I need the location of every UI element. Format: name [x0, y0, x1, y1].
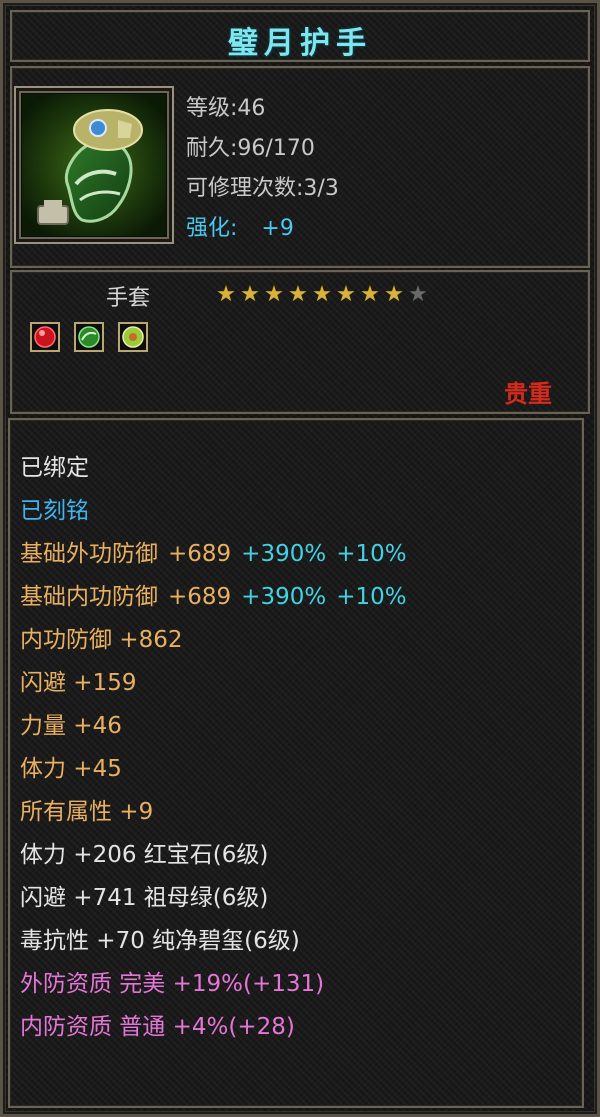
red-gem-icon [34, 326, 56, 348]
attr-bonus: +390% [241, 584, 327, 610]
gem-slots [30, 322, 157, 352]
jade-gem-icon [122, 326, 144, 348]
item-icon-frame [14, 86, 174, 244]
attr-dodge: 闪避 +159 [20, 670, 137, 696]
engraved-status: 已刻铭 [20, 498, 89, 524]
star-empty-icon: ★ [408, 282, 428, 307]
star-rating: ★ ★ ★ ★ ★ ★ ★ ★ ★ [214, 282, 430, 308]
attr-bonus: +10% [336, 584, 407, 610]
attr-stamina: 体力 +45 [20, 756, 122, 782]
item-type: 手套 [106, 286, 151, 311]
star-filled-icon: ★ [264, 282, 284, 307]
durability-stat: 耐久:96/170 [186, 136, 315, 161]
gem-attr-dodge: 闪避 +741 祖母绿(6级) [20, 885, 269, 911]
attr-bonus: +10% [336, 541, 407, 567]
star-filled-icon: ★ [288, 282, 308, 307]
attr-label: 基础外功防御 [20, 541, 158, 567]
green-gauntlet-icon [22, 94, 166, 236]
bound-status: 已绑定 [20, 455, 89, 481]
gem-attr-stamina: 体力 +206 红宝石(6级) [20, 842, 269, 868]
attr-value: +689 [168, 541, 232, 567]
quality-ext-defense: 外防资质 完美 +19%(+131) [20, 971, 325, 997]
attr-ext-defense: 基础外功防御 +689 +390% +10% [20, 534, 407, 568]
star-filled-icon: ★ [312, 282, 332, 307]
title-bar: 璧月护手 [10, 10, 590, 62]
attr-value: +689 [168, 584, 232, 610]
gem-attr-poison-resist: 毒抗性 +70 纯净碧玺(6级) [20, 928, 300, 954]
enhance-label: 强化: [186, 216, 238, 241]
attr-strength: 力量 +46 [20, 713, 122, 739]
gem-slot-3[interactable] [118, 322, 149, 352]
attr-label: 基础内功防御 [20, 584, 158, 610]
enhance-value: +9 [261, 216, 294, 241]
attr-all-attributes: 所有属性 +9 [20, 799, 154, 825]
attr-magic-defense: 内功防御 +862 [20, 627, 183, 653]
attr-int-defense: 基础内功防御 +689 +390% +10% [20, 577, 407, 611]
gem-slot-1[interactable] [30, 322, 60, 352]
attr-bonus: +390% [241, 541, 327, 567]
star-filled-icon: ★ [240, 282, 260, 307]
green-gem-icon [78, 326, 100, 348]
enhance-stat: 强化: +9 [186, 210, 294, 242]
item-name: 璧月护手 [228, 26, 372, 61]
level-stat: 等级:46 [186, 96, 266, 121]
quality-int-defense: 内防资质 普通 +4%(+28) [20, 1014, 295, 1040]
star-filled-icon: ★ [360, 282, 380, 307]
repair-count-stat: 可修理次数:3/3 [186, 176, 339, 201]
gem-slot-2[interactable] [74, 322, 105, 352]
star-filled-icon: ★ [384, 282, 404, 307]
rarity-label: 贵重 [504, 380, 552, 408]
star-filled-icon: ★ [336, 282, 356, 307]
star-filled-icon: ★ [216, 282, 236, 307]
